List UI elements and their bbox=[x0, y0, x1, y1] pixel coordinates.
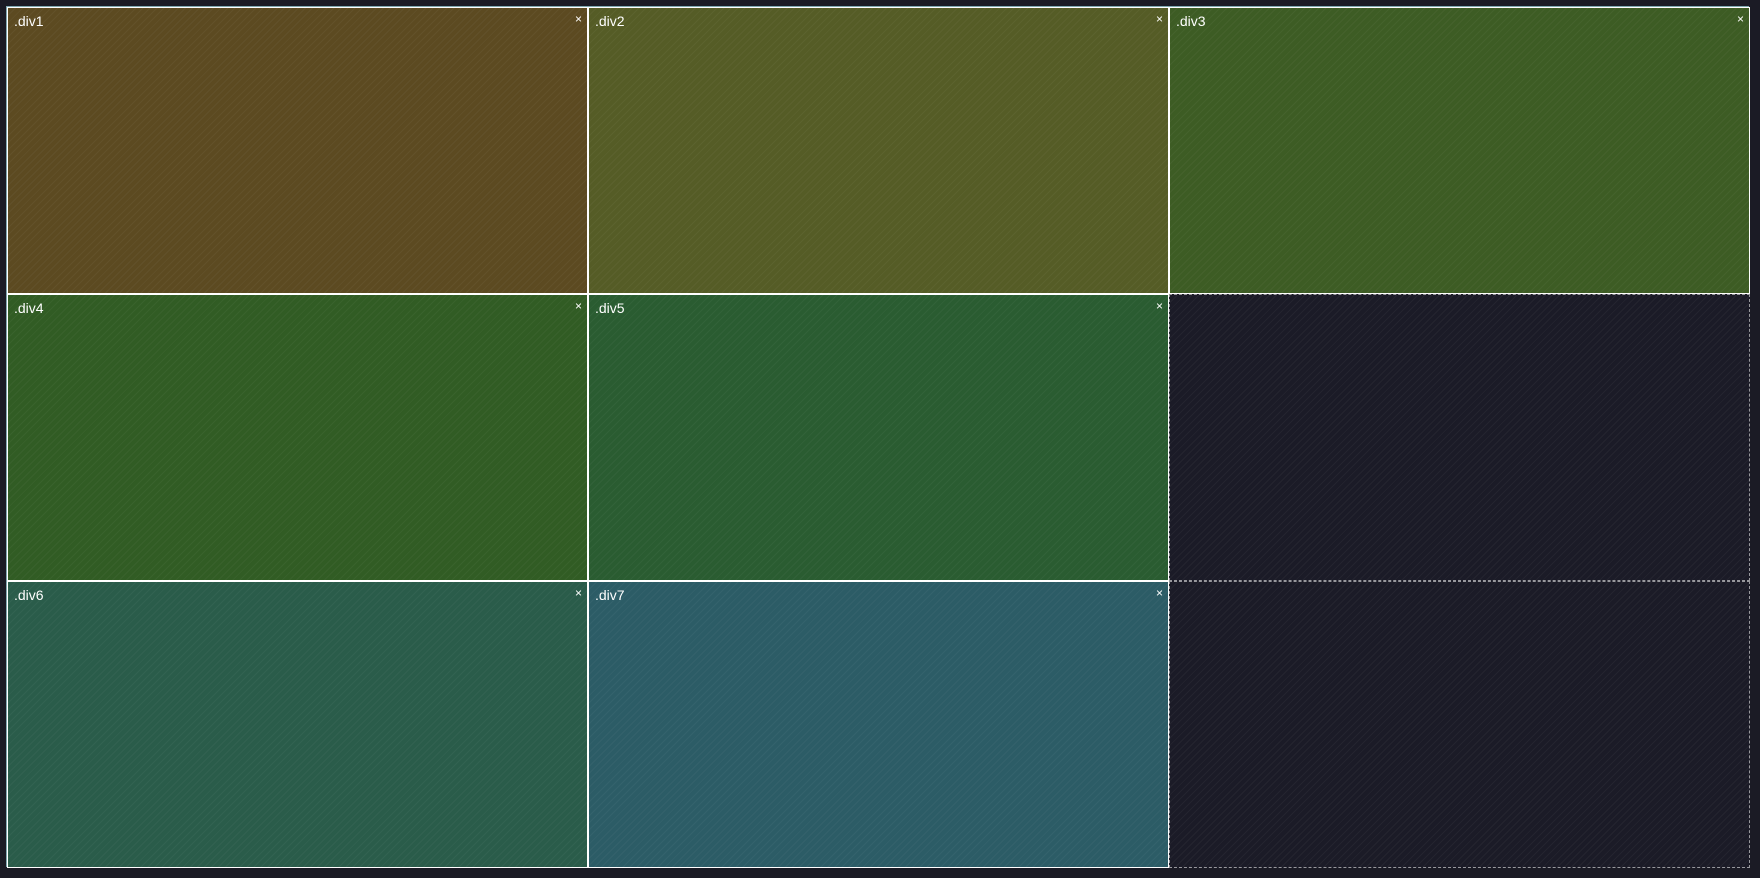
grid-item-label: .div1 bbox=[14, 13, 44, 29]
close-icon[interactable]: × bbox=[575, 299, 582, 313]
empty-grid-cell bbox=[1169, 294, 1750, 581]
grid-item-div1[interactable]: .div1 × bbox=[7, 7, 588, 294]
close-icon[interactable]: × bbox=[1737, 12, 1744, 26]
grid-item-label: .div2 bbox=[595, 13, 625, 29]
grid-item-label: .div4 bbox=[14, 300, 44, 316]
grid-item-div2[interactable]: .div2 × bbox=[588, 7, 1169, 294]
grid-item-div7[interactable]: .div7 × bbox=[588, 581, 1169, 868]
grid-item-div6[interactable]: .div6 × bbox=[7, 581, 588, 868]
grid-item-div3[interactable]: .div3 × bbox=[1169, 7, 1750, 294]
close-icon[interactable]: × bbox=[1156, 586, 1163, 600]
close-icon[interactable]: × bbox=[1156, 299, 1163, 313]
grid-item-label: .div6 bbox=[14, 587, 44, 603]
close-icon[interactable]: × bbox=[575, 586, 582, 600]
empty-grid-cell bbox=[1169, 581, 1750, 868]
grid-item-label: .div5 bbox=[595, 300, 625, 316]
grid-item-label: .div3 bbox=[1176, 13, 1206, 29]
close-icon[interactable]: × bbox=[1156, 12, 1163, 26]
close-icon[interactable]: × bbox=[575, 12, 582, 26]
grid-container: .div1 × .div2 × .div3 × .div4 × .div5 × … bbox=[6, 6, 1750, 868]
grid-item-label: .div7 bbox=[595, 587, 625, 603]
grid-item-div4[interactable]: .div4 × bbox=[7, 294, 588, 581]
grid-item-div5[interactable]: .div5 × bbox=[588, 294, 1169, 581]
